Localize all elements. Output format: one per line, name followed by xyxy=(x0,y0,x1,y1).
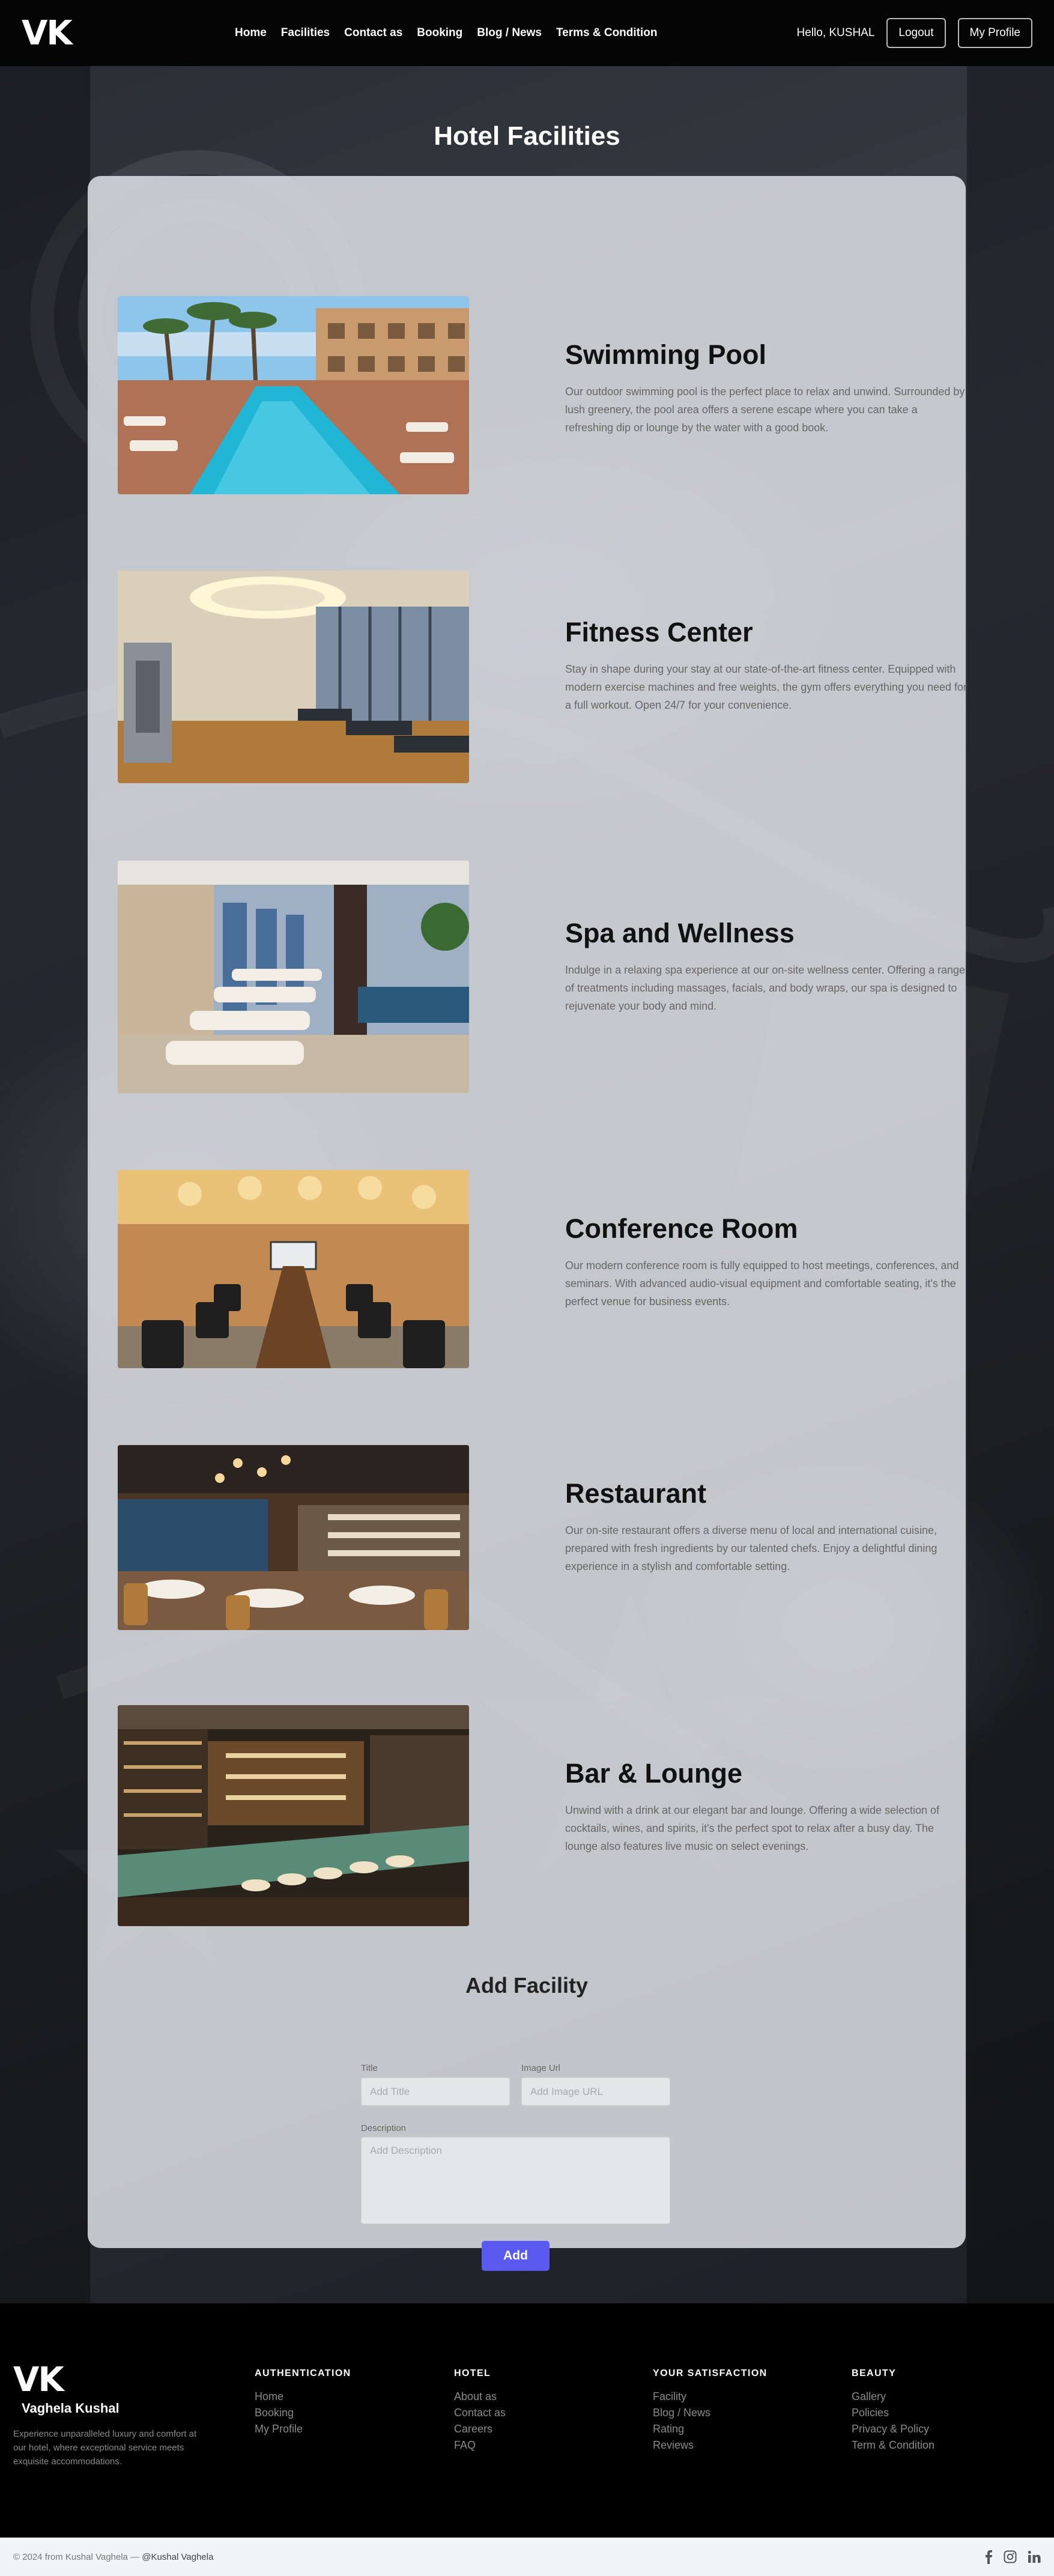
logout-button[interactable]: Logout xyxy=(886,18,946,48)
facility-text: Restaurant Our on-site restaurant offers… xyxy=(565,1478,968,1575)
footer-link-policies[interactable]: Policies xyxy=(852,2405,1044,2421)
copyright-text: © 2024 from Kushal Vaghela — @Kushal Vag… xyxy=(13,2552,213,2562)
nav-link-facilities[interactable]: Facilities xyxy=(281,26,330,40)
facility-text: Swimming Pool Our outdoor swimming pool … xyxy=(565,339,968,437)
page-title: Hotel Facilities xyxy=(434,121,620,151)
facility-text: Conference Room Our modern conference ro… xyxy=(565,1213,968,1311)
social-links xyxy=(984,2550,1041,2564)
copyright-bar: © 2024 from Kushal Vaghela — @Kushal Vag… xyxy=(0,2538,1054,2576)
facility-description: Stay in shape during your stay at our st… xyxy=(565,663,968,711)
facility-text: Bar & Lounge Unwind with a drink at our … xyxy=(565,1758,968,1855)
nav-link-home[interactable]: Home xyxy=(235,26,267,40)
footer: VK Vaghela Kushal Experience unparallele… xyxy=(0,2303,1054,2538)
facility-text: Spa and Wellness Indulge in a relaxing s… xyxy=(565,918,968,1015)
footer-link-about[interactable]: About as xyxy=(454,2389,646,2405)
brand-logo[interactable]: VK xyxy=(22,14,235,53)
user-area: Hello, KUSHAL Logout My Profile xyxy=(797,18,1032,48)
nav-link-contact[interactable]: Contact as xyxy=(344,26,402,40)
linkedin-icon[interactable] xyxy=(1028,2550,1041,2563)
footer-brand: VK Vaghela Kushal Experience unparallele… xyxy=(13,2363,211,2468)
footer-link-terms[interactable]: Term & Condition xyxy=(852,2437,1044,2453)
facility-image-swimming-pool xyxy=(118,296,469,494)
facility-name: Bar & Lounge xyxy=(565,1758,743,1789)
footer-column-heading: BEAUTY xyxy=(852,2368,897,2378)
title-label: Title xyxy=(361,2063,378,2073)
instagram-icon[interactable] xyxy=(1004,2550,1017,2563)
top-navbar: VK Home Facilities Contact as Booking Bl… xyxy=(0,0,1054,66)
nav-link-booking[interactable]: Booking xyxy=(417,26,462,40)
description-textarea[interactable] xyxy=(361,2137,670,2224)
facility-description: Indulge in a relaxing spa experience at … xyxy=(565,964,966,1012)
footer-link-blog[interactable]: Blog / News xyxy=(653,2405,845,2421)
facility-image-spa xyxy=(118,861,469,1093)
footer-column-heading: YOUR SATISFACTION xyxy=(653,2368,768,2378)
footer-column-hotel: HOTEL About as Contact as Careers FAQ xyxy=(454,2368,646,2453)
image-url-input[interactable] xyxy=(521,2077,670,2106)
add-facility-title: Add Facility xyxy=(465,1973,589,1998)
footer-link-faq[interactable]: FAQ xyxy=(454,2437,646,2453)
facility-description: Our modern conference room is fully equi… xyxy=(565,1259,959,1308)
facility-description: Our outdoor swimming pool is the perfect… xyxy=(565,386,965,434)
add-facility-button[interactable]: Add xyxy=(482,2241,550,2271)
footer-link-rating[interactable]: Rating xyxy=(653,2421,845,2437)
facilities-page: Hotel Facilities Swimming Pool Our outdo… xyxy=(0,66,1054,2303)
facebook-icon[interactable] xyxy=(984,2550,993,2564)
footer-column-beauty: BEAUTY Gallery Policies Privacy & Policy… xyxy=(852,2368,1044,2453)
facility-image-fitness-center xyxy=(118,571,469,783)
facilities-panel: Swimming Pool Our outdoor swimming pool … xyxy=(88,176,968,2271)
copyright-prefix: © 2024 from Kushal Vaghela — xyxy=(13,2551,140,2562)
user-greeting: Hello, KUSHAL xyxy=(796,26,875,39)
facility-name: Swimming Pool xyxy=(565,339,767,370)
facility-image-bar-lounge xyxy=(118,1705,469,1926)
footer-link-booking[interactable]: Booking xyxy=(255,2405,447,2421)
facility-name: Restaurant xyxy=(565,1478,707,1509)
footer-column-heading: HOTEL xyxy=(454,2368,491,2378)
footer-owner-name: Vaghela Kushal xyxy=(22,2401,120,2416)
facility-description: Our on-site restaurant offers a diverse … xyxy=(565,1524,937,1572)
main-nav: Home Facilities Contact as Booking Blog … xyxy=(235,26,658,40)
nav-link-terms[interactable]: Terms & Condition xyxy=(556,26,658,40)
footer-logo[interactable]: VK xyxy=(13,2363,211,2397)
title-input[interactable] xyxy=(361,2077,510,2106)
nav-link-blog[interactable]: Blog / News xyxy=(477,26,542,40)
facility-image-conference-room xyxy=(118,1170,469,1368)
my-profile-button[interactable]: My Profile xyxy=(957,18,1032,48)
footer-link-contact[interactable]: Contact as xyxy=(454,2405,646,2421)
footer-column-authentication: AUTHENTICATION Home Booking My Profile xyxy=(255,2368,447,2437)
footer-tagline: Experience unparalleled luxury and comfo… xyxy=(13,2429,197,2467)
facility-name: Fitness Center xyxy=(565,617,753,647)
footer-link-reviews[interactable]: Reviews xyxy=(653,2437,845,2453)
footer-column-heading: AUTHENTICATION xyxy=(255,2368,351,2378)
facility-image-restaurant xyxy=(118,1445,469,1630)
image-url-label: Image Url xyxy=(521,2063,561,2073)
description-label: Description xyxy=(361,2123,407,2133)
footer-link-home[interactable]: Home xyxy=(255,2389,447,2405)
copyright-handle[interactable]: @Kushal Vaghela xyxy=(142,2552,213,2562)
footer-link-careers[interactable]: Careers xyxy=(454,2421,646,2437)
footer-link-my-profile[interactable]: My Profile xyxy=(255,2421,447,2437)
facility-description: Unwind with a drink at our elegant bar a… xyxy=(565,1804,940,1852)
footer-link-gallery[interactable]: Gallery xyxy=(852,2389,1044,2405)
footer-link-privacy[interactable]: Privacy & Policy xyxy=(852,2421,1044,2437)
footer-link-facility[interactable]: Facility xyxy=(653,2389,845,2405)
facility-text: Fitness Center Stay in shape during your… xyxy=(565,617,968,714)
facility-name: Spa and Wellness xyxy=(565,918,795,948)
facility-name: Conference Room xyxy=(565,1213,798,1244)
footer-column-satisfaction: YOUR SATISFACTION Facility Blog / News R… xyxy=(653,2368,845,2453)
